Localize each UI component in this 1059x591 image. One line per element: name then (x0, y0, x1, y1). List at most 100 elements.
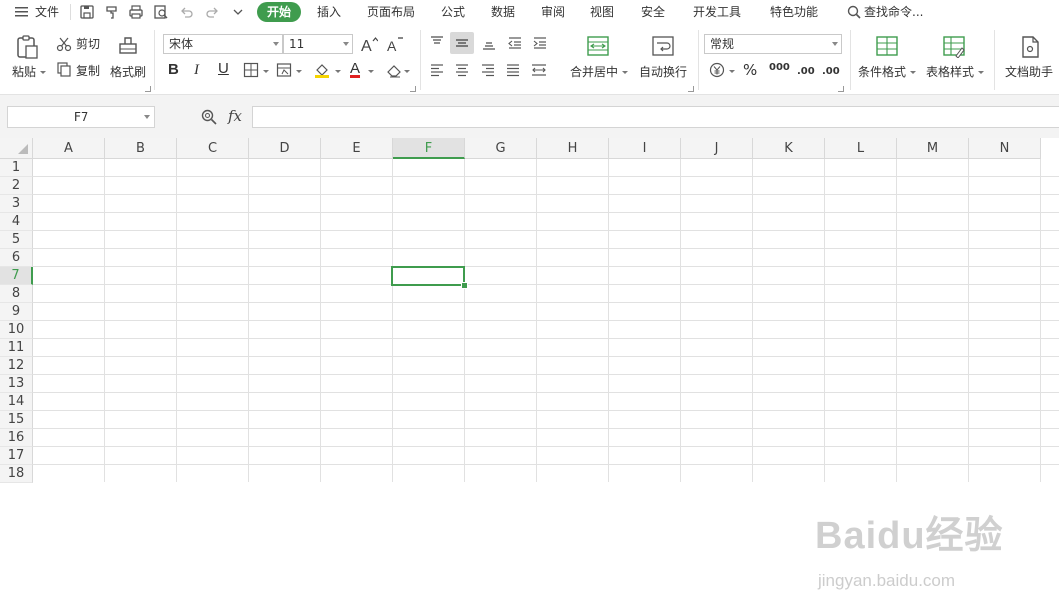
increase-font-size-icon[interactable]: A (360, 35, 378, 53)
document-helper-button[interactable]: 文档助手 (1005, 64, 1053, 80)
name-box[interactable]: F7 (7, 106, 155, 128)
wrap-text-button[interactable]: 自动换行 (639, 64, 687, 80)
select-all-corner[interactable] (0, 138, 33, 159)
fill-color-dropdown-arrow[interactable] (335, 70, 341, 73)
merge-center-icon[interactable] (586, 34, 610, 58)
tab-special-features[interactable]: 特色功能 (770, 0, 818, 24)
merge-center-dropdown-arrow[interactable] (622, 71, 628, 74)
insert-function-button[interactable]: fx (228, 107, 242, 125)
row-header[interactable]: 15 (0, 411, 33, 429)
wrap-text-icon[interactable] (651, 34, 675, 58)
tab-formulas[interactable]: 公式 (441, 0, 465, 24)
conditional-format-dropdown-arrow[interactable] (910, 71, 916, 74)
currency-dropdown-arrow[interactable] (729, 70, 735, 73)
row-header[interactable]: 16 (0, 429, 33, 447)
decrease-indent-icon[interactable] (507, 35, 523, 51)
align-right-icon[interactable] (480, 62, 496, 78)
save-icon[interactable] (79, 4, 95, 20)
tab-data[interactable]: 数据 (491, 0, 515, 24)
align-top-icon[interactable] (429, 35, 445, 51)
distributed-align-icon[interactable] (530, 62, 548, 78)
row-header[interactable]: 14 (0, 393, 33, 411)
print-preview-icon[interactable] (153, 4, 169, 20)
column-header[interactable]: K (753, 138, 825, 159)
copy-button[interactable]: 复制 (76, 63, 100, 79)
column-header[interactable]: N (969, 138, 1041, 159)
paste-icon[interactable] (14, 34, 40, 60)
align-center-icon[interactable] (454, 62, 470, 78)
row-header[interactable]: 11 (0, 339, 33, 357)
format-painter-small-icon[interactable] (104, 4, 120, 20)
column-header[interactable]: G (465, 138, 537, 159)
file-menu[interactable]: 文件 (35, 0, 59, 24)
eraser-icon[interactable] (386, 62, 402, 78)
column-header[interactable]: B (105, 138, 177, 159)
font-size-select[interactable]: 11 (283, 34, 353, 54)
row-header[interactable]: 17 (0, 447, 33, 465)
column-header[interactable]: M (897, 138, 969, 159)
row-header[interactable]: 7 (0, 267, 33, 285)
redo-icon[interactable] (204, 4, 220, 20)
tab-security[interactable]: 安全 (641, 0, 665, 24)
paste-dropdown-arrow[interactable] (40, 71, 46, 74)
percent-button[interactable]: % (743, 62, 757, 78)
row-header[interactable]: 2 (0, 177, 33, 195)
row-header[interactable]: 4 (0, 213, 33, 231)
column-header[interactable]: J (681, 138, 753, 159)
font-color-button[interactable]: A (350, 61, 360, 77)
zoom-function-icon[interactable] (200, 108, 218, 126)
column-header[interactable]: H (537, 138, 609, 159)
row-header[interactable]: 18 (0, 465, 33, 483)
font-color-dropdown-arrow[interactable] (368, 70, 374, 73)
tab-view[interactable]: 视图 (590, 0, 614, 24)
row-header[interactable]: 9 (0, 303, 33, 321)
tab-page-layout[interactable]: 页面布局 (367, 0, 415, 24)
currency-icon[interactable] (709, 62, 725, 78)
fill-handle[interactable] (461, 282, 468, 289)
formula-input[interactable] (252, 106, 1059, 128)
clipboard-group-launcher[interactable] (145, 86, 151, 92)
column-header[interactable]: C (177, 138, 249, 159)
cell-area[interactable] (33, 159, 1059, 482)
decrease-decimal-button[interactable]: .00 (822, 64, 840, 80)
font-name-select[interactable]: 宋体 (163, 34, 283, 54)
row-header[interactable]: 10 (0, 321, 33, 339)
tab-insert[interactable]: 插入 (317, 0, 341, 24)
align-middle-button[interactable] (450, 32, 474, 54)
search-icon[interactable] (846, 4, 862, 20)
hamburger-menu-icon[interactable] (14, 4, 30, 20)
table-style-dropdown-arrow[interactable] (978, 71, 984, 74)
format-painter-button[interactable]: 格式刷 (110, 64, 146, 80)
selected-cell-f7[interactable] (391, 266, 465, 286)
fill-color-icon[interactable] (313, 61, 331, 79)
decrease-font-size-icon[interactable]: A (386, 35, 404, 53)
cell-style-icon[interactable] (276, 62, 292, 78)
row-header[interactable]: 6 (0, 249, 33, 267)
column-header[interactable]: E (321, 138, 393, 159)
increase-indent-icon[interactable] (532, 35, 548, 51)
row-header[interactable]: 13 (0, 375, 33, 393)
row-header[interactable]: 1 (0, 159, 33, 177)
thousands-separator-button[interactable]: 000 (769, 60, 790, 76)
tab-review[interactable]: 审阅 (541, 0, 565, 24)
command-search[interactable]: 查找命令... (864, 0, 923, 24)
cell-style-dropdown-arrow[interactable] (296, 70, 302, 73)
merge-center-button[interactable]: 合并居中 (570, 64, 618, 80)
number-group-launcher[interactable] (838, 86, 844, 92)
clear-dropdown-arrow[interactable] (404, 70, 410, 73)
print-icon[interactable] (128, 4, 144, 20)
borders-dropdown-arrow[interactable] (263, 70, 269, 73)
row-header[interactable]: 5 (0, 231, 33, 249)
align-left-icon[interactable] (429, 62, 445, 78)
column-header[interactable]: L (825, 138, 897, 159)
increase-decimal-button[interactable]: .00 (797, 64, 815, 80)
quick-access-dropdown-icon[interactable] (230, 4, 246, 20)
table-style-button[interactable]: 表格样式 (926, 64, 974, 80)
undo-icon[interactable] (179, 4, 195, 20)
column-header[interactable]: F (393, 138, 465, 159)
italic-button[interactable]: I (194, 62, 199, 78)
underline-button[interactable]: U (218, 61, 229, 77)
table-style-icon[interactable] (942, 34, 966, 58)
conditional-format-icon[interactable] (875, 34, 899, 58)
bold-button[interactable]: B (168, 62, 179, 78)
